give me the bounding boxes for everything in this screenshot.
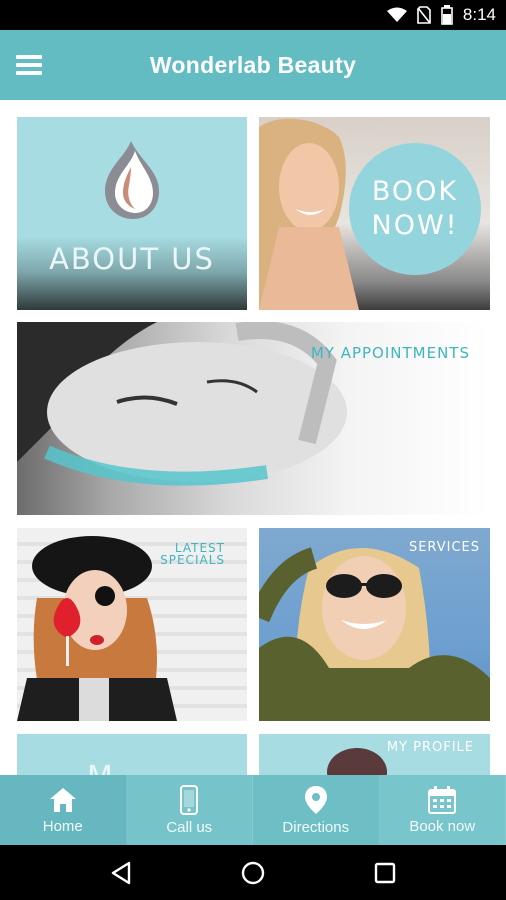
back-triangle-icon — [111, 861, 131, 884]
my-profile-tile[interactable]: MY PROFILE — [259, 734, 490, 775]
latest-specials-label: LATEST SPECIALS — [160, 542, 225, 566]
calendar-icon — [428, 785, 457, 814]
book-now-line2: NOW! — [371, 210, 459, 241]
nav-call-us-label: Call us — [166, 818, 213, 836]
nav-directions[interactable]: Directions — [253, 775, 380, 845]
book-now-line1: BOOK — [371, 176, 459, 207]
wifi-icon — [386, 7, 407, 23]
home-circle-icon — [241, 861, 265, 884]
droplet-logo-icon — [105, 141, 159, 219]
bottom-nav: Home Call us Directions Book now — [0, 775, 506, 845]
services-label: SERVICES — [408, 540, 480, 555]
location-pin-icon — [304, 785, 327, 814]
nav-home-label: Home — [42, 817, 83, 835]
status-time: 8:14 — [462, 5, 496, 24]
latest-specials-tile[interactable]: LATEST SPECIALS — [17, 528, 247, 721]
nav-directions-label: Directions — [282, 818, 350, 836]
recents-button[interactable] — [365, 853, 405, 893]
more-tile-label: M — [87, 760, 114, 775]
book-now-tile[interactable]: BOOK NOW! — [259, 117, 490, 310]
latest-specials-line2: SPECIALS — [160, 553, 225, 567]
more-tile[interactable]: M — [17, 734, 247, 775]
facial-treatment-image — [17, 322, 347, 486]
no-sim-icon — [417, 6, 431, 24]
nav-home[interactable]: Home — [0, 775, 127, 845]
nav-book-now-label: Book now — [409, 817, 476, 835]
tile-grid: ABOUT US BOOK NOW! MY APPOINTMENTS LATES… — [0, 100, 506, 775]
back-button[interactable] — [101, 853, 141, 893]
profile-hat-image — [327, 748, 387, 775]
app-bar: Wonderlab Beauty — [0, 30, 506, 100]
about-us-tile[interactable]: ABOUT US — [17, 117, 247, 310]
my-appointments-label: MY APPOINTMENTS — [310, 344, 470, 362]
book-now-badge: BOOK NOW! — [349, 143, 481, 275]
recents-square-icon — [374, 862, 396, 883]
status-bar: 8:14 — [0, 0, 506, 30]
phone-icon — [180, 784, 199, 815]
home-system-button[interactable] — [233, 853, 273, 893]
about-us-label: ABOUT US — [49, 242, 215, 276]
my-profile-label: MY PROFILE — [386, 740, 474, 755]
app-title: Wonderlab Beauty — [149, 51, 357, 78]
woman-sunglasses-image — [259, 547, 490, 721]
nav-book-now[interactable]: Book now — [379, 775, 506, 845]
menu-button[interactable] — [0, 30, 58, 100]
system-nav-bar — [0, 845, 506, 900]
battery-icon — [441, 5, 453, 25]
hamburger-menu-icon — [16, 55, 42, 75]
my-appointments-tile[interactable]: MY APPOINTMENTS — [17, 322, 490, 515]
nav-call-us[interactable]: Call us — [126, 775, 253, 845]
home-icon — [49, 787, 76, 812]
services-tile[interactable]: SERVICES — [259, 528, 490, 721]
